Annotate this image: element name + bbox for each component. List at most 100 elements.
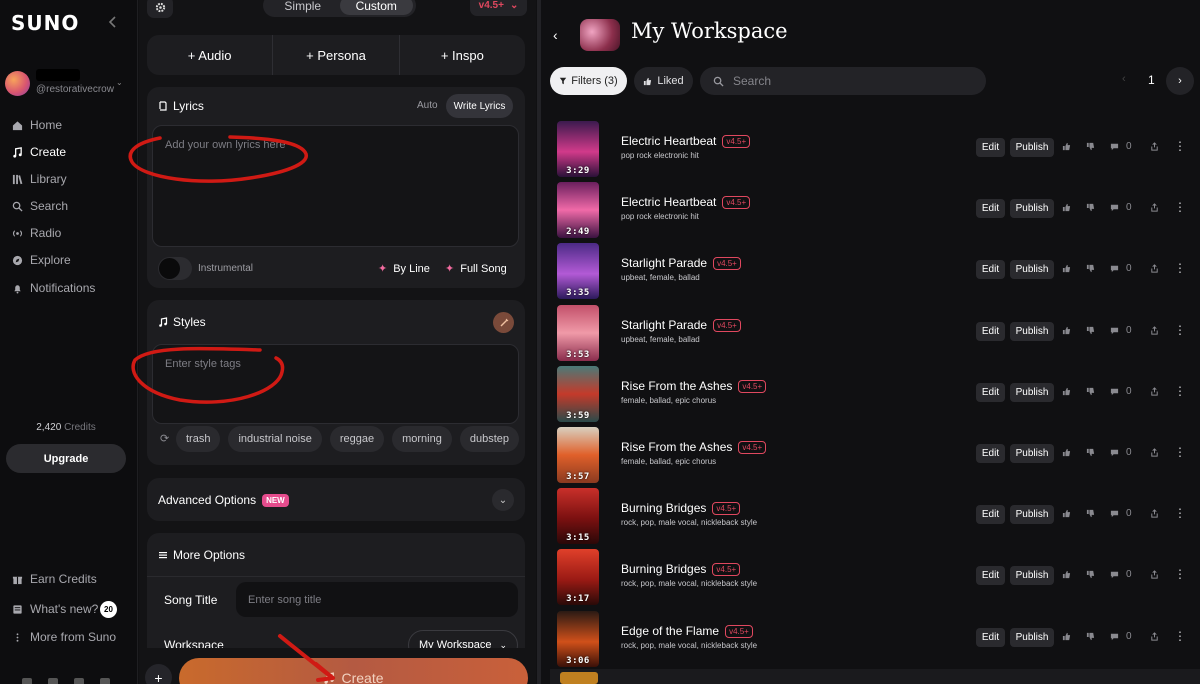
simple-mode-tab[interactable]: Simple — [266, 0, 340, 15]
create-button[interactable]: Create — [179, 658, 528, 684]
filters-button[interactable]: Filters (3) — [550, 67, 627, 95]
song-title[interactable]: Electric Heartbeat — [621, 195, 716, 209]
song-title[interactable]: Rise From the Ashes — [621, 440, 732, 454]
share-icon[interactable] — [1150, 203, 1160, 213]
song-thumbnail[interactable]: 3:15 — [557, 488, 599, 544]
share-icon[interactable] — [1150, 570, 1160, 580]
share-icon[interactable] — [1150, 326, 1160, 336]
upgrade-button[interactable]: Upgrade — [6, 444, 126, 473]
song-title[interactable]: Starlight Parade — [621, 256, 707, 270]
thumbs-down-icon[interactable] — [1086, 264, 1096, 274]
share-icon[interactable] — [1150, 448, 1160, 458]
comment-icon[interactable] — [1110, 326, 1120, 336]
add-persona-button[interactable]: + Persona — [273, 35, 400, 75]
song-row[interactable]: 3:15 Burning Bridges v4.5+ rock, pop, male … — [552, 488, 1194, 549]
song-row[interactable]: 3:06 Edge of the Flame v4.5+ rock, pop, mal… — [552, 611, 1194, 672]
edit-button[interactable]: Edit — [976, 260, 1005, 279]
song-thumbnail[interactable]: 3:35 — [557, 243, 599, 299]
song-thumbnail[interactable]: 3:53 — [557, 305, 599, 361]
next-page-button[interactable]: › — [1166, 67, 1194, 95]
song-thumbnail[interactable]: 3:57 — [557, 427, 599, 483]
publish-button[interactable]: Publish — [1010, 322, 1054, 341]
song-row[interactable]: 3:17 Burning Bridges v4.5+ rock, pop, male … — [552, 549, 1194, 610]
comment-icon[interactable] — [1110, 632, 1120, 642]
thumbs-up-icon[interactable] — [1062, 387, 1072, 397]
more-options-icon[interactable]: ⋮ — [1174, 140, 1186, 152]
add-button[interactable]: + — [145, 664, 172, 684]
song-thumbnail[interactable]: 3:59 — [557, 366, 599, 422]
style-tag-chip[interactable]: industrial noise — [228, 426, 322, 452]
more-options-icon[interactable]: ⋮ — [1174, 446, 1186, 458]
tiktok-icon[interactable] — [74, 678, 84, 684]
thumbs-up-icon[interactable] — [1062, 632, 1072, 642]
chevron-down-icon[interactable]: ⌄ — [492, 489, 514, 511]
edit-button[interactable]: Edit — [976, 138, 1005, 157]
publish-button[interactable]: Publish — [1010, 260, 1054, 279]
suno-logo[interactable]: SUNO — [11, 11, 79, 35]
thumbs-down-icon[interactable] — [1086, 142, 1096, 152]
song-row[interactable]: 3:29 Electric Heartbeat v4.5+ pop rock elec… — [552, 121, 1194, 182]
publish-button[interactable]: Publish — [1010, 138, 1054, 157]
style-tag-chip[interactable]: dubstep — [459, 426, 520, 452]
share-icon[interactable] — [1150, 509, 1160, 519]
workspace-search-input[interactable]: Search — [700, 67, 986, 95]
sidebar-item-create[interactable]: Create — [12, 143, 66, 161]
comment-icon[interactable] — [1110, 448, 1120, 458]
x-social-icon[interactable] — [22, 678, 32, 684]
model-version-select[interactable]: v4.5+ ⌄ — [470, 0, 527, 16]
sidebar-item-more-from-suno[interactable]: More from Suno — [12, 628, 116, 646]
publish-button[interactable]: Publish — [1010, 566, 1054, 585]
song-row[interactable]: 3:53 Starlight Parade v4.5+ upbeat, female,… — [552, 305, 1194, 366]
sidebar-item-explore[interactable]: Explore — [12, 251, 71, 269]
more-options-icon[interactable]: ⋮ — [1174, 201, 1186, 213]
previous-page-icon[interactable]: ‹ — [1122, 73, 1126, 85]
edit-button[interactable]: Edit — [976, 566, 1005, 585]
song-title[interactable]: Electric Heartbeat — [621, 134, 716, 148]
song-thumbnail[interactable]: 3:17 — [557, 549, 599, 605]
panel-divider[interactable] — [537, 0, 541, 684]
thumbs-down-icon[interactable] — [1086, 570, 1096, 580]
comment-icon[interactable] — [1110, 509, 1120, 519]
more-options-icon[interactable]: ⋮ — [1174, 324, 1186, 336]
song-title[interactable]: Edge of the Flame — [621, 624, 719, 638]
more-options-icon[interactable]: ⋮ — [1174, 262, 1186, 274]
thumbs-down-icon[interactable] — [1086, 448, 1096, 458]
comment-icon[interactable] — [1110, 203, 1120, 213]
thumbs-up-icon[interactable] — [1062, 264, 1072, 274]
more-options-icon[interactable]: ⋮ — [1174, 568, 1186, 580]
edit-button[interactable]: Edit — [976, 322, 1005, 341]
instagram-icon[interactable] — [48, 678, 58, 684]
publish-button[interactable]: Publish — [1010, 444, 1054, 463]
song-thumbnail[interactable]: 3:29 — [557, 121, 599, 177]
chevron-down-icon[interactable]: ⌄ — [116, 78, 123, 87]
sidebar-item-library[interactable]: Library — [12, 170, 67, 188]
back-chevron-icon[interactable]: ‹ — [553, 27, 558, 43]
lyrics-textarea[interactable]: Add your own lyrics here — [152, 125, 519, 247]
publish-button[interactable]: Publish — [1010, 383, 1054, 402]
style-tag-chip[interactable]: reggae — [329, 426, 385, 452]
style-magic-button[interactable] — [493, 312, 514, 333]
share-icon[interactable] — [1150, 142, 1160, 152]
song-row[interactable]: 3:57 Rise From the Ashes v4.5+ female, ball… — [552, 427, 1194, 488]
sidebar-item-home[interactable]: Home — [12, 116, 62, 134]
more-options-heading[interactable]: More Options — [158, 548, 245, 562]
edit-button[interactable]: Edit — [976, 199, 1005, 218]
publish-button[interactable]: Publish — [1010, 199, 1054, 218]
sidebar-item-radio[interactable]: Radio — [12, 224, 61, 242]
thumbs-down-icon[interactable] — [1086, 203, 1096, 213]
write-lyrics-tab[interactable]: Write Lyrics — [446, 94, 513, 118]
sidebar-item-notifications[interactable]: Notifications — [12, 279, 95, 297]
edit-button[interactable]: Edit — [976, 505, 1005, 524]
edit-button[interactable]: Edit — [976, 628, 1005, 647]
thumbs-down-icon[interactable] — [1086, 632, 1096, 642]
song-thumbnail[interactable]: 2:49 — [557, 182, 599, 238]
thumbs-down-icon[interactable] — [1086, 509, 1096, 519]
style-tag-chip[interactable]: trash — [176, 426, 221, 452]
style-tag-chip[interactable]: morning — [392, 426, 452, 452]
thumbs-up-icon[interactable] — [1062, 509, 1072, 519]
more-options-icon[interactable]: ⋮ — [1174, 385, 1186, 397]
comment-icon[interactable] — [1110, 570, 1120, 580]
sidebar-item-whats-new[interactable]: What's new? — [12, 600, 98, 618]
share-icon[interactable] — [1150, 632, 1160, 642]
youtube-icon[interactable] — [100, 678, 110, 684]
